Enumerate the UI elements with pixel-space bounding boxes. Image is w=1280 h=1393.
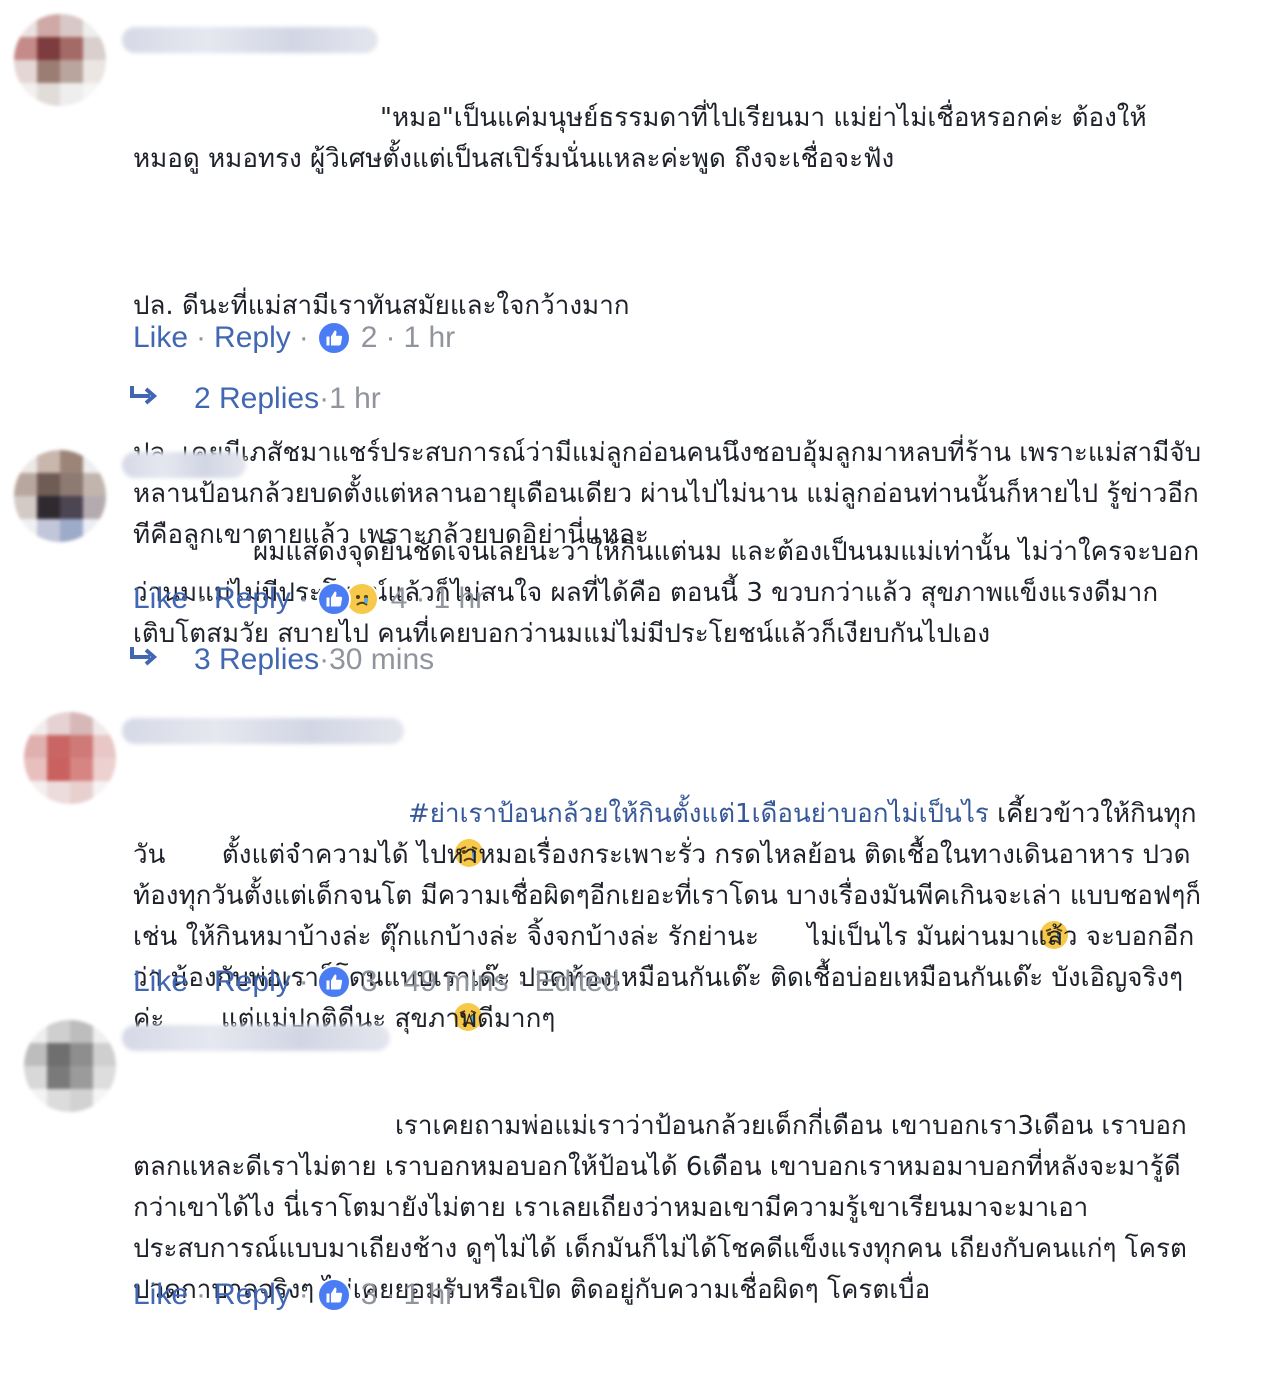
separator-dot: ·	[196, 1278, 207, 1311]
comment-actions: Like · Reply · 3 · 49 mins · Edited	[133, 962, 620, 1002]
avatar[interactable]	[24, 712, 116, 804]
replies-row[interactable]: 3 Replies · 30 mins	[128, 640, 434, 680]
like-link[interactable]: Like	[133, 582, 188, 616]
crying-face-icon	[763, 919, 1068, 951]
comment-actions: Like · Reply · 4 · 1 hr	[133, 579, 485, 619]
separator-dot: ·	[415, 582, 426, 615]
like-icon[interactable]	[316, 965, 351, 999]
comment-paragraph: "หมอ"เป็นแค่มนุษย์ธรรมดาที่ไปเรียนมา แม่…	[133, 103, 1147, 174]
hashtag-link[interactable]: #ย่าเราป้อนกล้วยให้กินตั้งแต่1เดือนย่าบอ…	[408, 799, 989, 829]
like-icon[interactable]	[316, 582, 351, 616]
separator-dot: ·	[298, 965, 309, 998]
like-link[interactable]: Like	[133, 965, 188, 999]
like-icon[interactable]	[316, 1278, 351, 1312]
separator-dot: ·	[319, 643, 330, 676]
reply-link[interactable]: Reply	[214, 321, 291, 355]
separator-dot: ·	[385, 965, 396, 998]
edited-label[interactable]: Edited	[534, 965, 619, 999]
like-link[interactable]: Like	[133, 1278, 188, 1312]
separator-dot: ·	[385, 321, 396, 354]
reply-link[interactable]: Reply	[214, 582, 291, 616]
timestamp[interactable]: 1 hr	[403, 321, 455, 355]
avatar[interactable]	[14, 14, 106, 106]
comment-actions: Like · Reply · 3 · 1 hr	[133, 1275, 455, 1315]
separator-dot: ·	[298, 582, 309, 615]
reaction-count[interactable]: 4	[391, 582, 408, 616]
avatar[interactable]	[24, 1020, 116, 1112]
separator-dot: ·	[516, 965, 527, 998]
separator-dot: ·	[319, 382, 330, 415]
replies-timestamp: 1 hr	[329, 382, 381, 415]
reply-arrow-icon	[128, 382, 160, 416]
separator-dot: ·	[385, 1278, 396, 1311]
replies-timestamp: 30 mins	[329, 643, 435, 676]
separator-dot: ·	[196, 582, 207, 615]
like-link[interactable]: Like	[133, 321, 188, 355]
reply-link[interactable]: Reply	[214, 965, 291, 999]
separator-dot: ·	[196, 321, 207, 354]
reaction-count[interactable]: 3	[361, 1278, 378, 1312]
view-replies-link[interactable]: 3 Replies	[194, 643, 319, 677]
separator-dot: ·	[298, 321, 309, 354]
avatar[interactable]	[14, 450, 106, 542]
reaction-count[interactable]: 3	[361, 965, 378, 999]
timestamp[interactable]: 49 mins	[403, 965, 508, 999]
separator-dot: ·	[298, 1278, 309, 1311]
comment-paragraph: #ย่าเราป้อนกล้วยให้กินตั้งแต่1เดือนย่าบอ…	[133, 794, 1213, 1040]
reaction-count[interactable]: 2	[361, 321, 378, 355]
reply-arrow-icon	[128, 643, 160, 677]
view-replies-link[interactable]: 2 Replies	[194, 382, 319, 416]
timestamp[interactable]: 1 hr	[433, 582, 485, 616]
comment-body: เราเคยถามพ่อแม่เราว่าป้อนกล้วยเด็กกี่เดื…	[133, 1024, 1213, 1393]
crying-face-icon	[178, 837, 483, 869]
like-icon[interactable]	[316, 321, 351, 355]
comment-actions: Like · Reply · 2 · 1 hr	[133, 318, 455, 358]
timestamp[interactable]: 1 hr	[403, 1278, 455, 1312]
replies-row[interactable]: 2 Replies · 1 hr	[128, 379, 381, 419]
reply-link[interactable]: Reply	[214, 1278, 291, 1312]
separator-dot: ·	[196, 965, 207, 998]
